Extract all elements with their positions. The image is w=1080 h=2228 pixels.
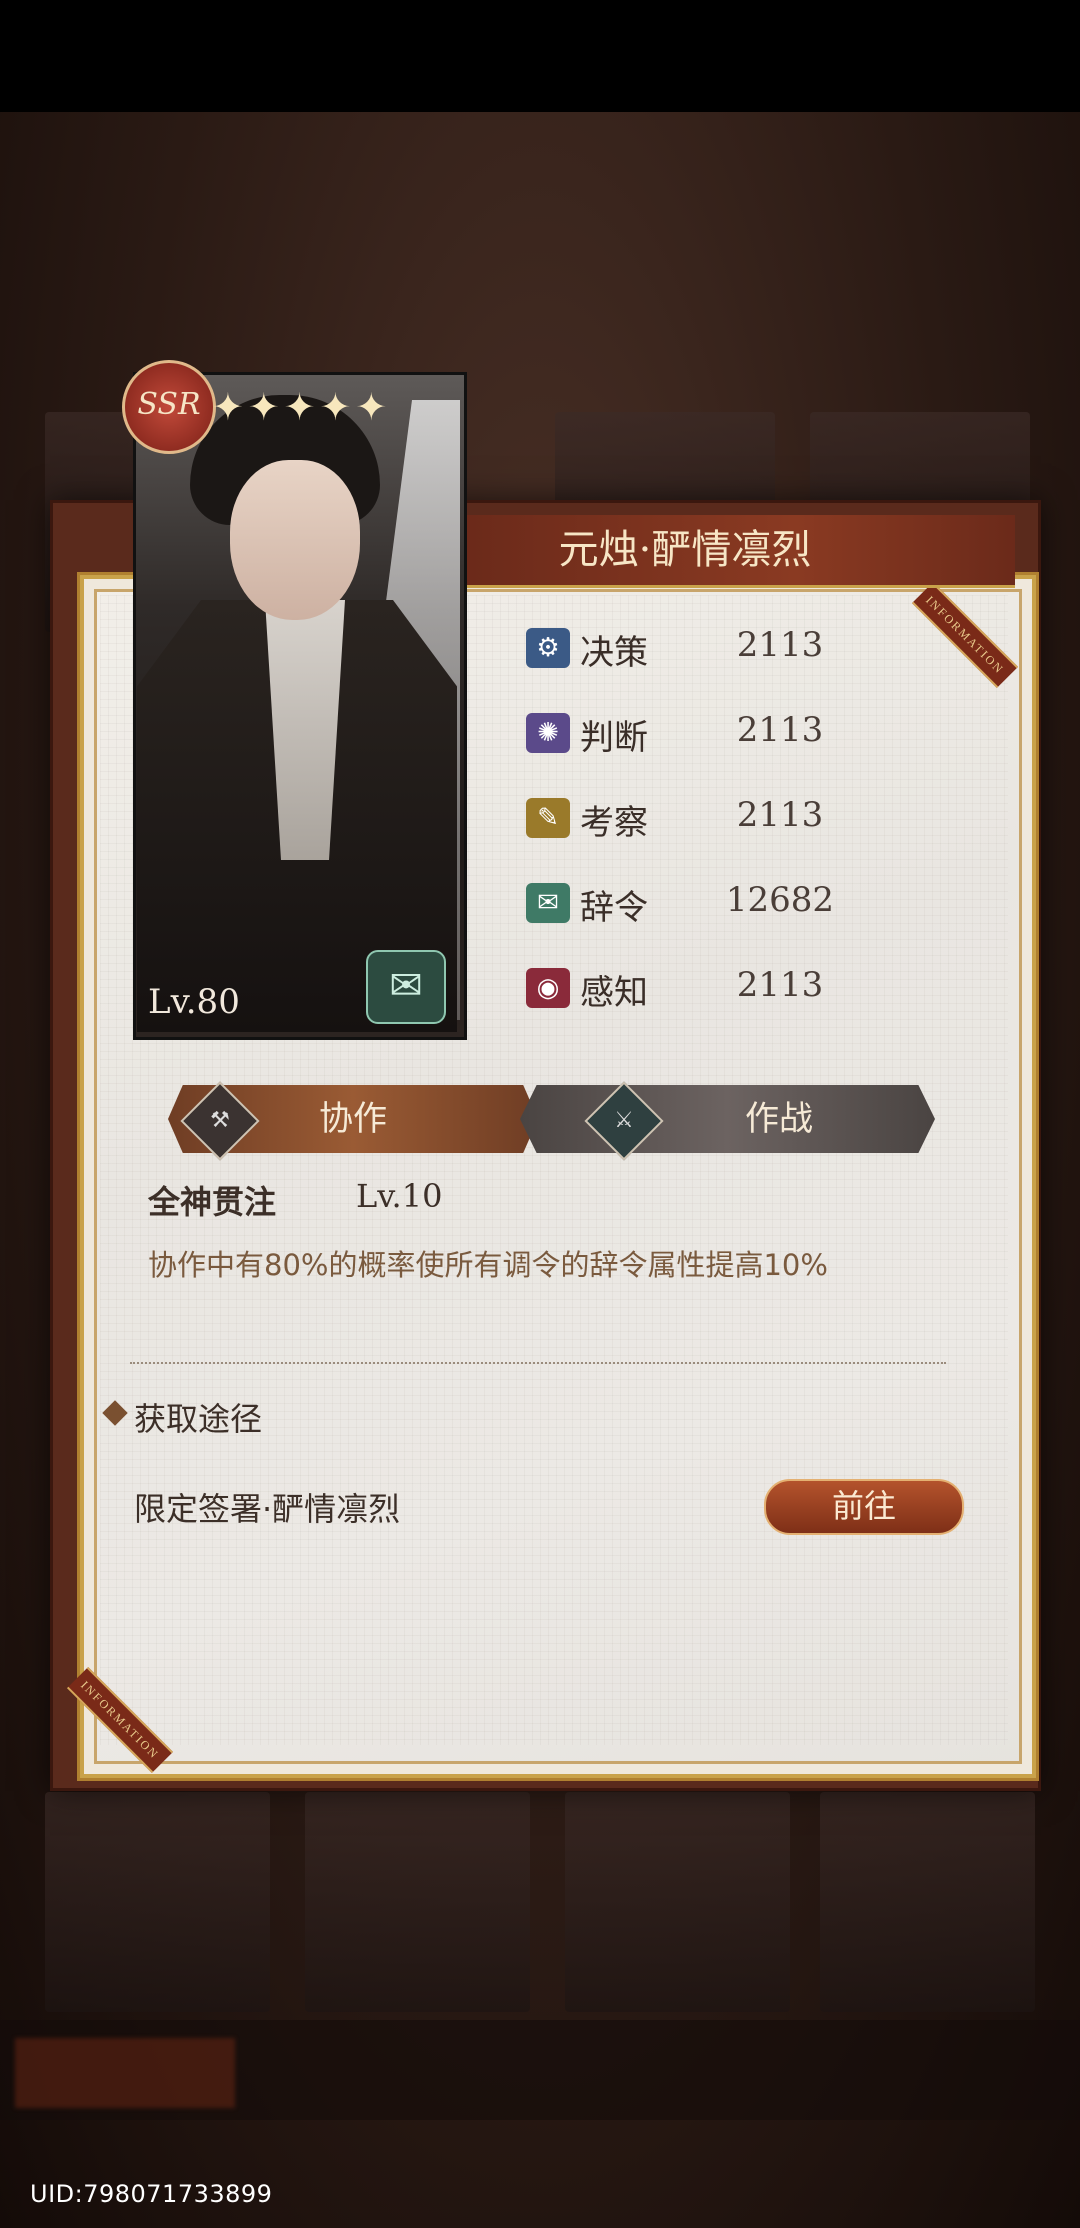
background-tab [830,2038,1050,2108]
card-level: Lv.80 [148,982,240,1022]
envelope-icon: ✉ [366,950,446,1024]
background-tab-bar [0,2020,1080,2120]
stat-label: 决策 [580,633,648,673]
card-art-face [230,460,360,620]
background-tab [465,2038,685,2108]
star-rating: ✦✦✦✦✦ [212,385,392,429]
decision-icon: ⚙ [526,628,570,668]
stat-label: 考察 [580,803,648,843]
stat-value: 2113 [736,710,824,750]
background-card [45,1792,270,2012]
card-title: 元烛·酽情凛烈 [558,527,812,573]
background-tab [245,2038,465,2108]
tab-coop-label: 协作 [319,1099,387,1139]
background-card [565,1792,790,2012]
stat-value: 2113 [736,795,824,835]
skill-level: Lv.10 [356,1177,443,1215]
stat-value: 2113 [736,625,824,665]
rarity-badge: SSR [122,360,216,454]
stat-value: 12682 [725,880,835,920]
acquisition-source: 限定签署·酽情凛烈 [134,1490,401,1528]
judgment-icon: ✺ [526,713,570,753]
investigation-icon: ✎ [526,798,570,838]
skill-name: 全神贯注 [148,1183,277,1221]
stat-label: 判断 [580,718,648,758]
acquisition-title: 获取途径 [134,1400,263,1438]
skill-description: 协作中有80%的概率使所有调令的辞令属性提高10% [148,1248,828,1282]
stat-label: 感知 [580,973,648,1013]
perception-icon: ◉ [526,968,570,1008]
stat-label: 辞令 [580,888,648,928]
rhetoric-icon: ✉ [526,883,570,923]
top-status-bar [0,0,1080,112]
divider [130,1362,946,1364]
stat-value: 2113 [736,965,824,1005]
background-tab [15,2038,235,2108]
background-card [820,1792,1035,2012]
user-id: UID:798071733899 [30,2180,273,2208]
goto-button[interactable]: 前往 [764,1479,964,1535]
background-card [305,1792,530,2012]
tab-battle-label: 作战 [745,1099,813,1139]
